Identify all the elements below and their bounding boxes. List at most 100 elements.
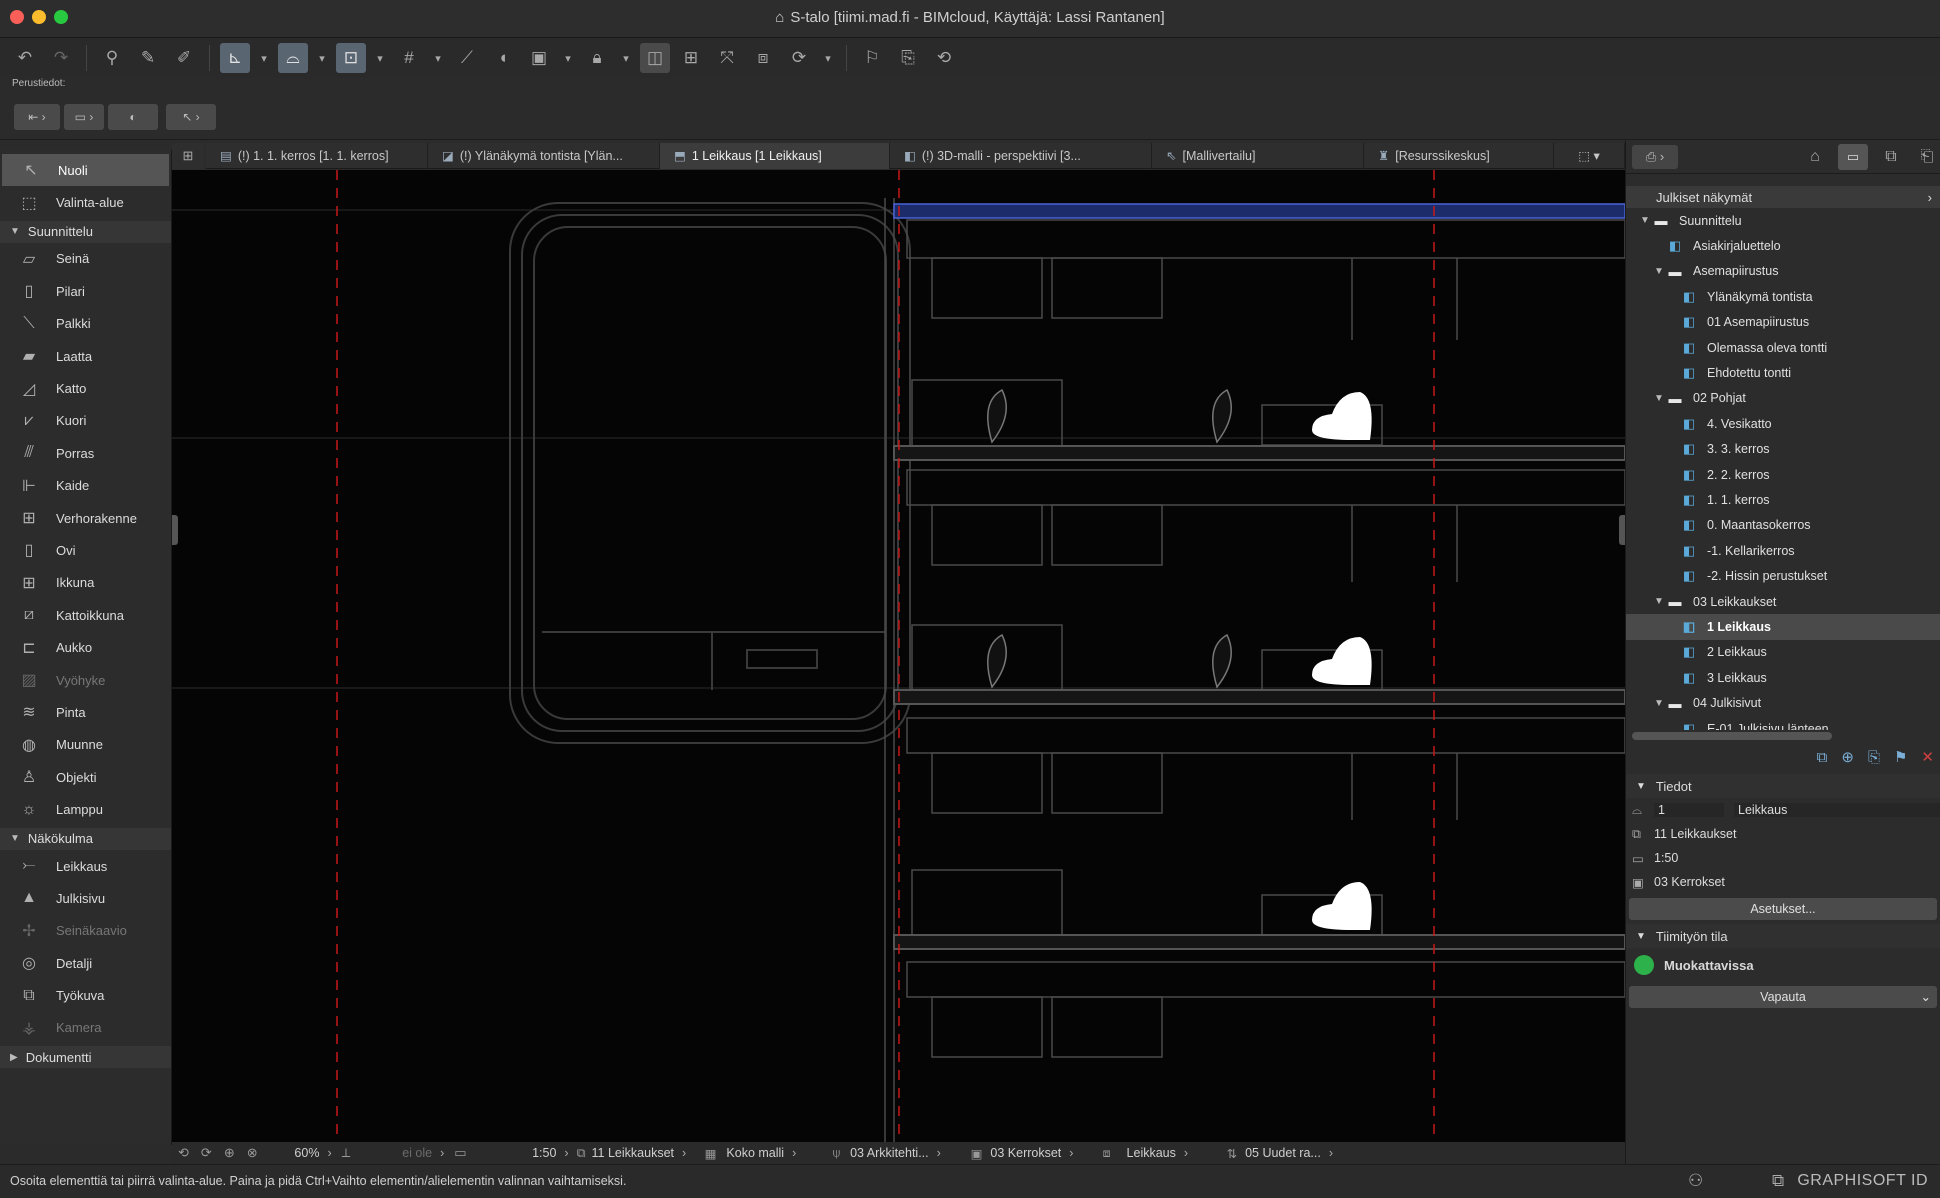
selection-method-button[interactable]: ▭ › xyxy=(64,104,104,130)
release-button[interactable]: Vapauta ⌄ xyxy=(1629,986,1937,1008)
navigator-view-item[interactable]: ◧ 1. 1. kerros xyxy=(1626,487,1940,512)
tool-slab[interactable]: ▰ Laatta xyxy=(0,340,171,372)
renovation-selector[interactable]: ⇅ 05 Uudet ra... › xyxy=(1223,1146,1337,1161)
teamwork-icon[interactable]: ⟲ xyxy=(929,43,959,73)
tool-column[interactable]: ▯ Pilari xyxy=(0,275,171,307)
tab-resource-hub[interactable]: ♜ [Resurssikeskus] xyxy=(1364,143,1554,169)
chevron-down-icon[interactable]: ▾ xyxy=(372,43,388,73)
horizontal-scrollbar[interactable] xyxy=(1632,732,1832,740)
lock-icon[interactable]: 🔒︎ xyxy=(582,43,612,73)
tool-interior-elevation[interactable]: ✢ Seinäkaavio xyxy=(0,915,171,947)
tool-worksheet[interactable]: ⧉ Työkuva xyxy=(0,979,171,1011)
tool-zone[interactable]: ▨ Vyöhyke xyxy=(0,664,171,696)
new-folder-icon[interactable]: ⊕ xyxy=(1841,748,1854,766)
triangle-down-icon[interactable]: ▼ xyxy=(1638,215,1652,226)
messages-icon[interactable]: ⧉ xyxy=(1772,1171,1784,1191)
navigator-view-item[interactable]: ◧ 3 Leikkaus xyxy=(1626,665,1940,690)
view-id-field[interactable]: 1 xyxy=(1654,803,1724,817)
public-views-header[interactable]: Julkiset näkymät › xyxy=(1626,186,1940,208)
navigator-view-item[interactable]: ◧ 2. 2. kerros xyxy=(1626,462,1940,487)
guide-lines-icon[interactable]: ⌓ xyxy=(278,43,308,73)
tool-elevation[interactable]: ▲ Julkisivu xyxy=(0,882,171,914)
view-type-selector[interactable]: ⧈ Leikkaus › xyxy=(1099,1146,1223,1161)
tool-door[interactable]: ▯ Ovi xyxy=(0,534,171,566)
layers-icon[interactable]: ▣ xyxy=(524,43,554,73)
fit-in-window-icon[interactable]: ⊗ xyxy=(241,1145,264,1161)
publisher-sets-icon[interactable]: ⎗ xyxy=(1914,148,1940,166)
rotate-icon[interactable]: ⟳ xyxy=(784,43,814,73)
graphisoft-id-link[interactable]: GRAPHISOFT ID xyxy=(1797,1172,1928,1190)
navigator-folder[interactable]: ▼ ▬ 02 Pohjat xyxy=(1626,386,1940,411)
tool-beam[interactable]: ⟍ Palkki xyxy=(0,308,171,340)
tool-shell[interactable]: ⩗ Kuori xyxy=(0,405,171,437)
redo-icon[interactable]: ↷ xyxy=(46,43,76,73)
tool-mesh[interactable]: ≋ Pinta xyxy=(0,696,171,728)
tool-object[interactable]: ♙ Objekti xyxy=(0,761,171,793)
flag-icon[interactable]: ⚐ xyxy=(857,43,887,73)
tool-wall[interactable]: ▱ Seinä xyxy=(0,243,171,275)
tab-model-compare[interactable]: ⇖ [Mallivertailu] xyxy=(1152,143,1364,169)
toolbox-group-document[interactable]: ▶ Dokumentti xyxy=(0,1046,171,1069)
navigator-folder[interactable]: ▼ ▬ Suunnittelu xyxy=(1626,208,1940,233)
model-view-selector[interactable]: ▦ Koko malli › xyxy=(701,1146,829,1161)
zoom-in-icon[interactable]: ⊕ xyxy=(218,1145,241,1161)
navigator-view-item[interactable]: ◧ 3. 3. kerros xyxy=(1626,437,1940,462)
tool-roof[interactable]: ◿ Katto xyxy=(0,372,171,404)
tab-floor-plan[interactable]: ▤ (!) 1. 1. kerros [1. 1. kerros] xyxy=(206,143,428,169)
snap-points-icon[interactable]: ⊡ xyxy=(336,43,366,73)
tool-detail[interactable]: ◎ Detalji xyxy=(0,947,171,979)
navigator-view-item[interactable]: ◧ E-01 Julkisivu länteen xyxy=(1626,716,1940,731)
view-map-icon[interactable]: ▭ xyxy=(1838,143,1868,170)
tool-window[interactable]: ⊞ Ikkuna xyxy=(0,567,171,599)
transform-icon[interactable]: ⤧ xyxy=(712,43,742,73)
tool-marquee[interactable]: ⬚ Valinta-alue xyxy=(0,186,171,218)
snap-guides-icon[interactable]: ⊾ xyxy=(220,43,250,73)
details-section-header[interactable]: ▼ Tiedot xyxy=(1626,774,1940,798)
tool-camera[interactable]: ⚶ Kamera xyxy=(0,1012,171,1044)
tool-lamp[interactable]: ☼ Lamppu xyxy=(0,793,171,825)
navigator-view-item[interactable]: ◧ 2 Leikkaus xyxy=(1626,640,1940,665)
structure-selector[interactable]: ▣ 03 Kerrokset › xyxy=(967,1146,1099,1161)
inject-parameters-icon[interactable]: ✐ xyxy=(169,43,199,73)
undo-zoom-icon[interactable]: ⟲ xyxy=(172,1145,195,1161)
navigator-folder[interactable]: ▼ ▬ 04 Julkisivut xyxy=(1626,690,1940,715)
tool-railing[interactable]: ⊩ Kaide xyxy=(0,470,171,502)
tool-curtain-wall[interactable]: ⊞ Verhorakenne xyxy=(0,502,171,534)
undo-icon[interactable]: ↶ xyxy=(10,43,40,73)
triangle-down-icon[interactable]: ▼ xyxy=(1652,596,1666,607)
geometry-method-button[interactable]: ⇤ › xyxy=(14,104,60,130)
toolbox-group-viewpoint[interactable]: ▼ Näkökulma xyxy=(0,827,171,850)
settings-button[interactable]: Asetukset... xyxy=(1629,898,1937,920)
scale-icon[interactable]: ▭ xyxy=(448,1145,472,1161)
flag-icon[interactable]: ⚑ xyxy=(1894,748,1907,766)
navigator-view-item[interactable]: ◧ Ylänäkymä tontista xyxy=(1626,284,1940,309)
navigator-view-item[interactable]: ◧ 0. Maantasokerros xyxy=(1626,513,1940,538)
layer-set-row[interactable]: ⧉ 11 Leikkaukset xyxy=(1626,822,1940,846)
chevron-down-icon[interactable]: ▾ xyxy=(256,43,272,73)
tool-morph[interactable]: ◍ Muunne xyxy=(0,729,171,761)
navigator-view-item[interactable]: ◧ Olemassa oleva tontti xyxy=(1626,335,1940,360)
triangle-down-icon[interactable]: ▼ xyxy=(1652,698,1666,709)
tool-stair[interactable]: ⫻ Porras xyxy=(0,437,171,469)
tool-opening[interactable]: ⊏ Aukko xyxy=(0,631,171,663)
navigator-view-item[interactable]: ◧ 1 Leikkaus xyxy=(1626,614,1940,640)
chevron-down-icon[interactable]: ▾ xyxy=(820,43,836,73)
scale-row[interactable]: ▭ 1:50 xyxy=(1626,846,1940,870)
tool-arrow[interactable]: ↖ Nuoli xyxy=(2,154,169,187)
trace-icon[interactable]: ⟋ xyxy=(452,43,482,73)
suspend-groups-icon[interactable]: ◖ xyxy=(488,43,518,73)
triangle-down-icon[interactable]: ▼ xyxy=(1652,393,1666,404)
delete-icon[interactable]: ✕ xyxy=(1921,748,1934,766)
project-map-icon[interactable]: ⌂ xyxy=(1802,148,1828,166)
layer-combo-icon[interactable]: ⟂ xyxy=(336,1145,357,1161)
layout-book-icon[interactable]: ⧉ xyxy=(1878,148,1904,166)
navigator-view-item[interactable]: ◧ 01 Asemapiirustus xyxy=(1626,310,1940,335)
triangle-down-icon[interactable]: ▼ xyxy=(1652,266,1666,277)
navigator-folder[interactable]: ▼ ▬ 03 Leikkaukset xyxy=(1626,589,1940,614)
grid-snap-icon[interactable]: # xyxy=(394,43,424,73)
navigator-view-item[interactable]: ◧ -2. Hissin perustukset xyxy=(1626,563,1940,588)
organizer-button[interactable]: ⎙ › xyxy=(1632,144,1678,169)
navigator-view-item[interactable]: ◧ -1. Kellarikerros xyxy=(1626,538,1940,563)
text-frame-icon[interactable]: ⊞ xyxy=(676,43,706,73)
redo-zoom-icon[interactable]: ⟳ xyxy=(195,1145,218,1161)
